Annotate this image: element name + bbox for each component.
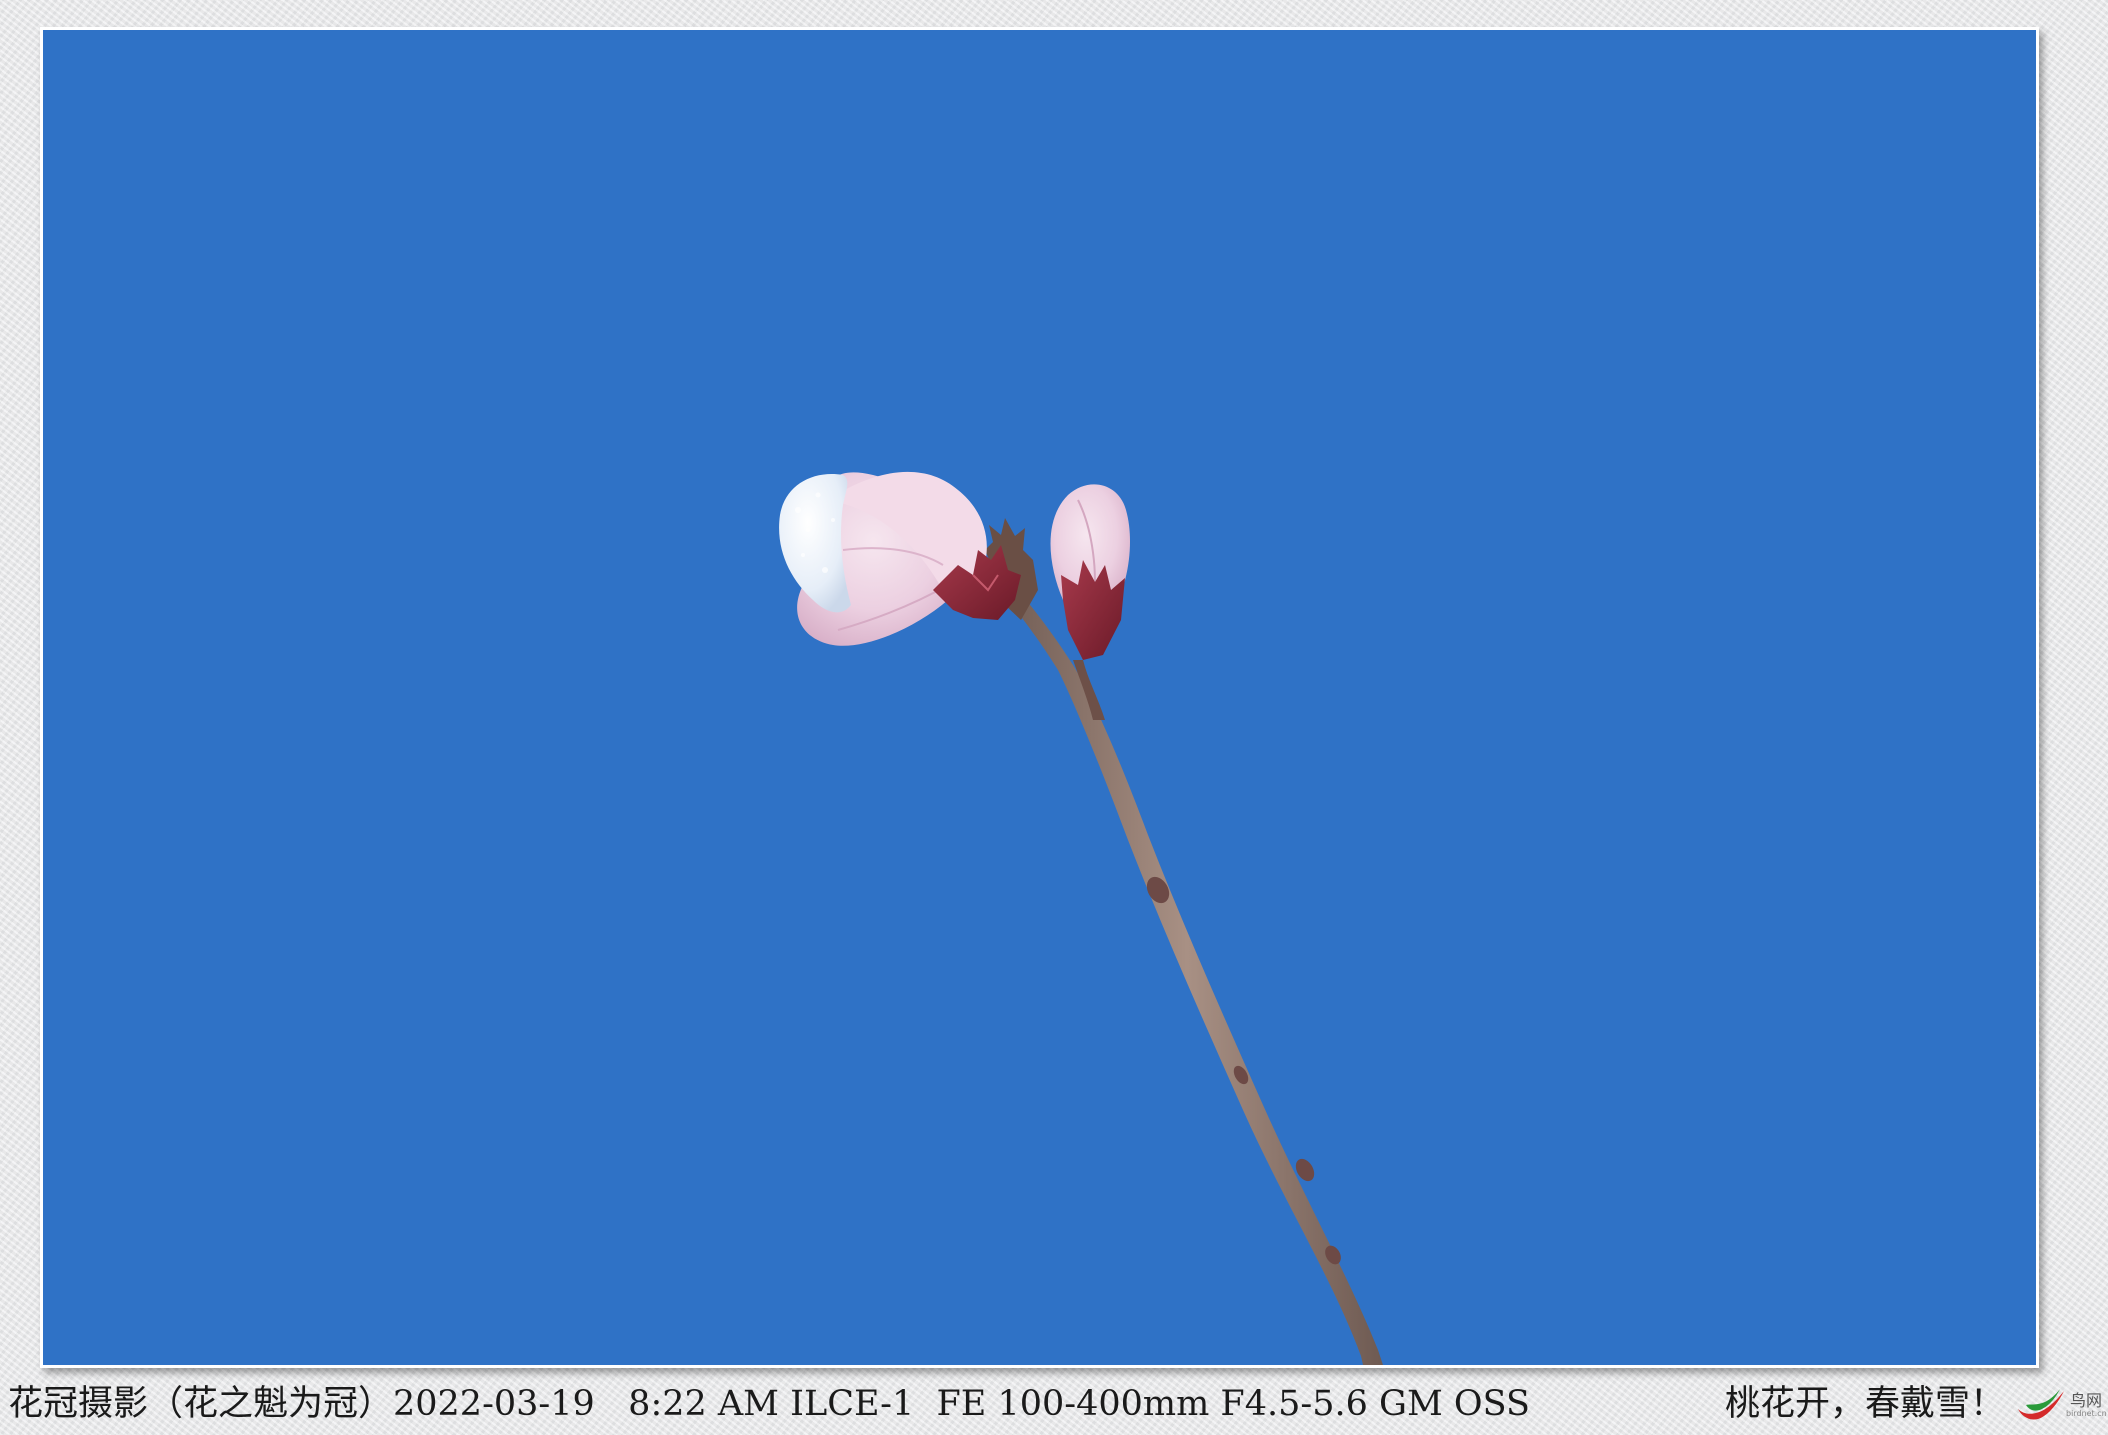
flower-with-snow xyxy=(779,471,1021,646)
birdnet-logo-icon xyxy=(2018,1389,2064,1420)
watermark-name: 鸟网 xyxy=(2070,1391,2103,1410)
flower-bud-right xyxy=(1050,484,1130,720)
peach-blossom-photo xyxy=(779,471,1383,1365)
photo xyxy=(43,30,2036,1365)
photo-frame xyxy=(40,27,2039,1368)
photo-caption: 花冠摄影（花之魁为冠）2022-03-19 8:22 AM ILCE-1 FE … xyxy=(8,1384,1530,1424)
branch xyxy=(991,565,1383,1365)
photo-title: 桃花开，春戴雪！ xyxy=(1725,1384,2006,1424)
birdnet-watermark: 鸟网 birdnet.cn xyxy=(2012,1385,2107,1429)
watermark-site: birdnet.cn xyxy=(2066,1409,2107,1418)
